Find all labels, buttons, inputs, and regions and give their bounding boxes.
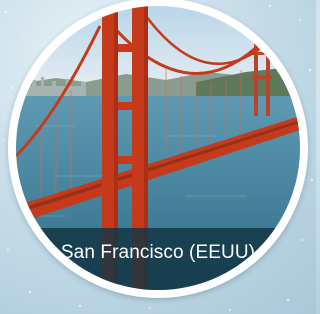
destination-photo: San Francisco (EEUU) bbox=[16, 6, 300, 290]
destination-card[interactable]: San Francisco (EEUU) bbox=[8, 0, 308, 298]
city-label: San Francisco (EEUU) bbox=[60, 242, 256, 263]
